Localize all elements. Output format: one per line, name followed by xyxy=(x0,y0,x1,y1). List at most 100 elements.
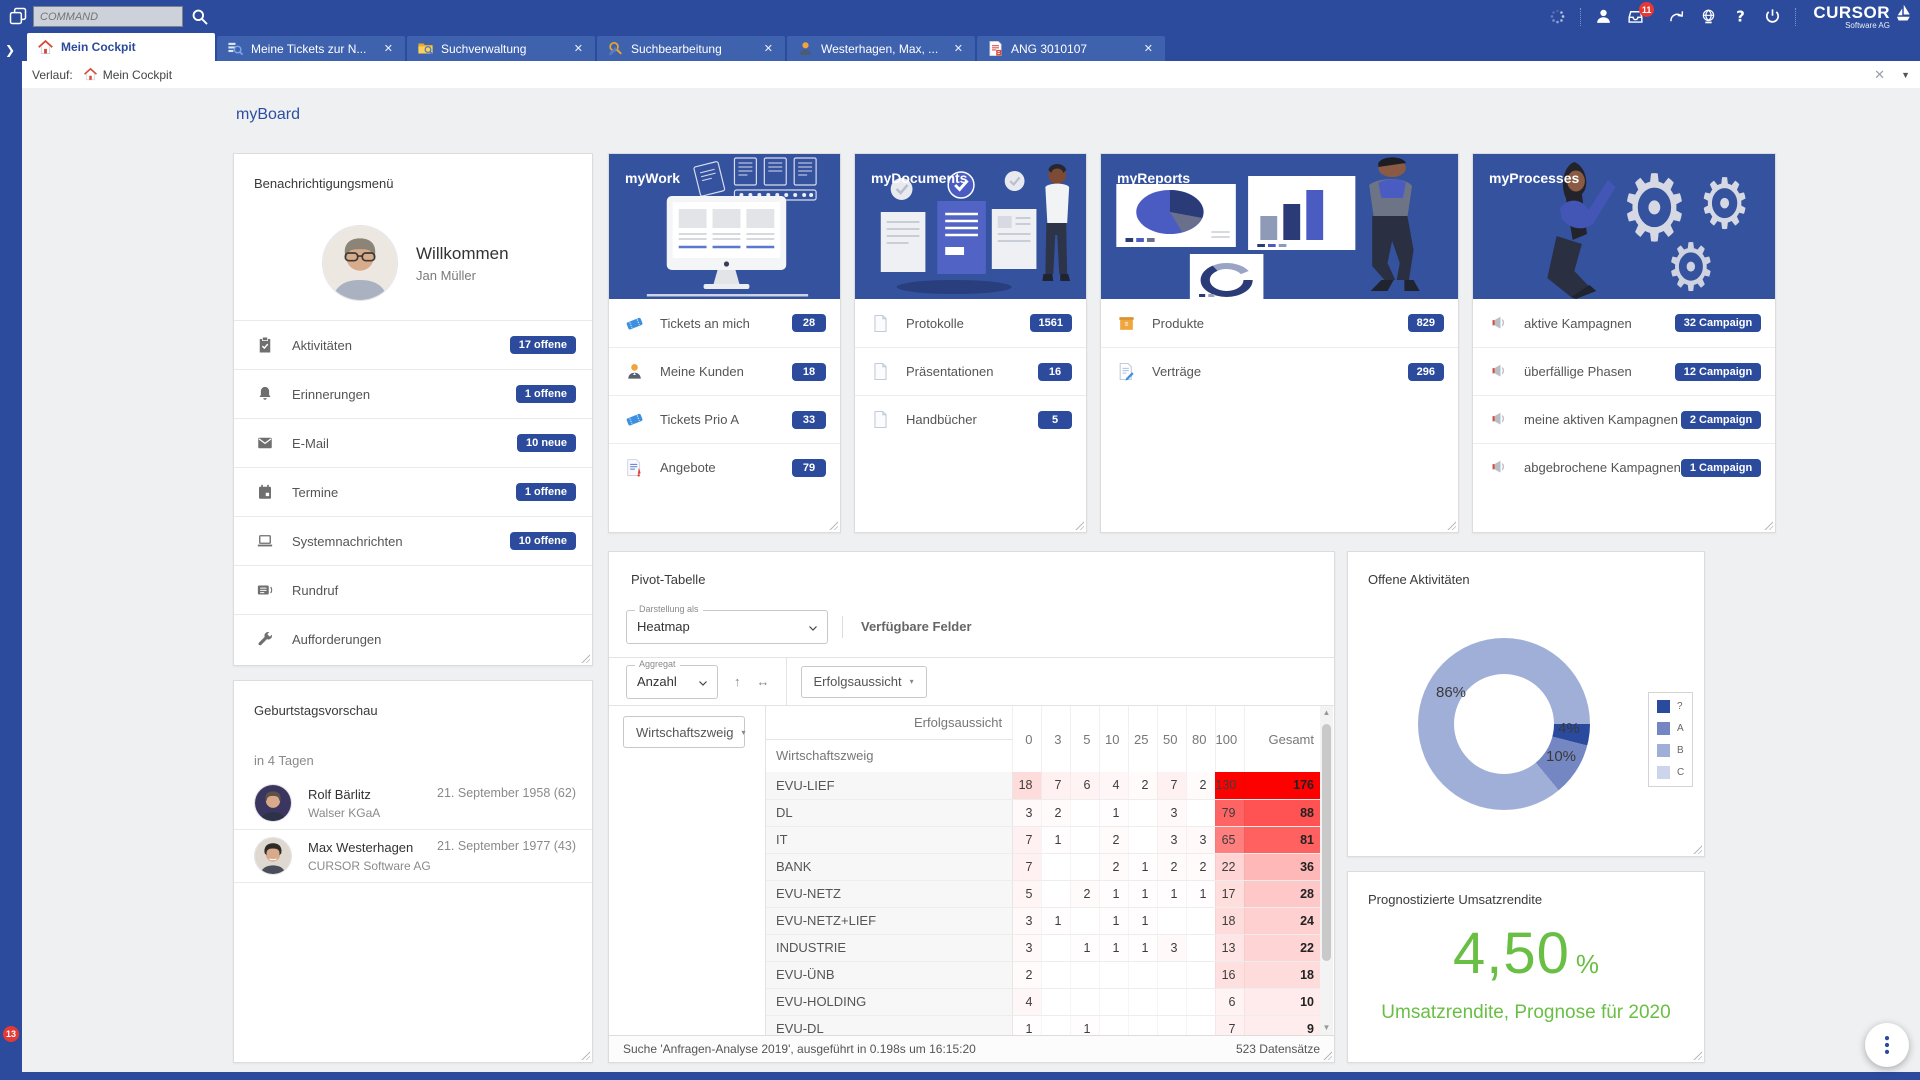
value-cell[interactable]: 2 xyxy=(1157,853,1186,880)
value-cell[interactable] xyxy=(1157,988,1186,1015)
legend-item[interactable]: B xyxy=(1657,744,1684,757)
value-cell[interactable]: 4 xyxy=(1012,988,1041,1015)
redo-icon[interactable] xyxy=(1667,7,1686,26)
value-cell[interactable]: 17 xyxy=(1215,880,1244,907)
card-row[interactable]: Handbücher5 xyxy=(855,395,1086,443)
value-cell[interactable]: 1 xyxy=(1099,934,1128,961)
value-cell[interactable]: 1 xyxy=(1070,934,1099,961)
value-cell[interactable] xyxy=(1157,961,1186,988)
resize-handle[interactable] xyxy=(580,1050,590,1060)
list-item[interactable]: Max Westerhagen CURSOR Software AG 21. S… xyxy=(234,830,592,883)
swap-axes-icon[interactable]: ↔ xyxy=(757,674,770,689)
tab[interactable]: Suchverwaltung ✕ xyxy=(407,36,595,61)
table-row[interactable]: BANK721222236 xyxy=(766,853,1322,880)
value-cell[interactable]: 1 xyxy=(1099,799,1128,826)
value-cell[interactable] xyxy=(1041,988,1070,1015)
tab[interactable]: Suchbearbeitung ✕ xyxy=(597,36,785,61)
value-cell[interactable] xyxy=(1128,988,1157,1015)
value-cell[interactable]: 2 xyxy=(1070,880,1099,907)
value-cell[interactable] xyxy=(1099,1015,1128,1035)
legend-item[interactable]: ? xyxy=(1657,700,1684,713)
column-header[interactable]: 10 xyxy=(1099,706,1128,772)
vertical-scrollbar[interactable]: ▲ ▼ xyxy=(1320,706,1333,1035)
value-cell[interactable]: 1 xyxy=(1128,907,1157,934)
value-cell[interactable]: 1 xyxy=(1186,880,1215,907)
column-header[interactable]: 80 xyxy=(1186,706,1215,772)
table-row[interactable]: EVU-ÜNB21618 xyxy=(766,961,1322,988)
aggregate-select[interactable]: Aggregat Anzahl xyxy=(626,665,718,699)
value-cell[interactable] xyxy=(1041,853,1070,880)
column-field-chip[interactable]: Erfolgsaussicht ▾ xyxy=(801,666,927,698)
help-icon[interactable]: ? xyxy=(1731,7,1750,26)
value-cell[interactable]: 22 xyxy=(1215,853,1244,880)
value-cell[interactable]: 2 xyxy=(1099,853,1128,880)
value-cell[interactable]: 3 xyxy=(1157,826,1186,853)
resize-handle[interactable] xyxy=(1446,520,1456,530)
value-cell[interactable]: 18 xyxy=(1244,961,1322,988)
value-cell[interactable]: 5 xyxy=(1012,880,1041,907)
rail-notification-badge[interactable]: 13 xyxy=(3,1026,19,1042)
list-item[interactable]: Termine 1 offene xyxy=(234,467,592,516)
list-item[interactable]: Rundruf xyxy=(234,565,592,614)
more-actions-button[interactable] xyxy=(1865,1023,1909,1067)
value-cell[interactable]: 1 xyxy=(1099,880,1128,907)
value-cell[interactable]: 3 xyxy=(1157,934,1186,961)
value-cell[interactable] xyxy=(1041,934,1070,961)
column-header[interactable]: 50 xyxy=(1157,706,1186,772)
value-cell[interactable] xyxy=(1041,961,1070,988)
card-row[interactable]: Meine Kunden18 xyxy=(609,347,840,395)
value-cell[interactable]: 176 xyxy=(1244,772,1322,799)
table-row[interactable]: EVU-DL1179 xyxy=(766,1015,1322,1035)
value-cell[interactable] xyxy=(1128,1015,1157,1035)
value-cell[interactable]: 79 xyxy=(1215,799,1244,826)
value-cell[interactable]: 18 xyxy=(1012,772,1041,799)
table-row[interactable]: EVU-NETZ+LIEF31111824 xyxy=(766,907,1322,934)
value-cell[interactable]: 1 xyxy=(1099,907,1128,934)
list-item[interactable]: E-Mail 10 neue xyxy=(234,418,592,467)
value-cell[interactable]: 10 xyxy=(1244,988,1322,1015)
value-cell[interactable]: 3 xyxy=(1012,934,1041,961)
value-cell[interactable]: 4 xyxy=(1099,772,1128,799)
value-cell[interactable] xyxy=(1041,880,1070,907)
card-row[interactable]: Angebote79 xyxy=(609,443,840,491)
value-cell[interactable]: 24 xyxy=(1244,907,1322,934)
resize-handle[interactable] xyxy=(828,520,838,530)
card-row[interactable]: Präsentationen16 xyxy=(855,347,1086,395)
value-cell[interactable]: 28 xyxy=(1244,880,1322,907)
value-cell[interactable] xyxy=(1070,853,1099,880)
value-cell[interactable]: 6 xyxy=(1215,988,1244,1015)
card-row[interactable]: aktive Kampagnen32 Campaign xyxy=(1473,299,1775,347)
user-icon[interactable] xyxy=(1594,7,1613,26)
value-cell[interactable] xyxy=(1128,961,1157,988)
value-cell[interactable]: 6 xyxy=(1070,772,1099,799)
table-row[interactable]: DL32137988 xyxy=(766,799,1322,826)
value-cell[interactable] xyxy=(1186,961,1215,988)
value-cell[interactable]: 81 xyxy=(1244,826,1322,853)
tab[interactable]: Mein Cockpit xyxy=(27,33,215,61)
value-cell[interactable]: 1 xyxy=(1041,907,1070,934)
value-cell[interactable]: 2 xyxy=(1186,853,1215,880)
value-cell[interactable] xyxy=(1099,988,1128,1015)
resize-handle[interactable] xyxy=(1692,844,1702,854)
value-cell[interactable]: 3 xyxy=(1157,799,1186,826)
window-stack-icon[interactable] xyxy=(8,6,28,26)
scrollbar-thumb[interactable] xyxy=(1322,724,1331,961)
column-header[interactable]: 25 xyxy=(1128,706,1157,772)
value-cell[interactable] xyxy=(1070,799,1099,826)
value-cell[interactable]: 1 xyxy=(1128,853,1157,880)
value-cell[interactable] xyxy=(1128,826,1157,853)
value-cell[interactable] xyxy=(1186,907,1215,934)
legend-item[interactable]: A xyxy=(1657,722,1684,735)
value-cell[interactable]: 88 xyxy=(1244,799,1322,826)
table-row[interactable]: EVU-LIEF18764272130176 xyxy=(766,772,1322,799)
value-cell[interactable]: 7 xyxy=(1012,826,1041,853)
list-item[interactable]: Aktivitäten 17 offene xyxy=(234,320,592,369)
value-cell[interactable] xyxy=(1157,907,1186,934)
available-fields-link[interactable]: Verfügbare Felder xyxy=(861,619,972,634)
value-cell[interactable]: 2 xyxy=(1012,961,1041,988)
value-cell[interactable]: 65 xyxy=(1215,826,1244,853)
card-row[interactable]: Protokolle1561 xyxy=(855,299,1086,347)
value-cell[interactable]: 1 xyxy=(1128,880,1157,907)
value-cell[interactable]: 3 xyxy=(1186,826,1215,853)
tab[interactable]: ANG 3010107 ✕ xyxy=(977,36,1165,61)
